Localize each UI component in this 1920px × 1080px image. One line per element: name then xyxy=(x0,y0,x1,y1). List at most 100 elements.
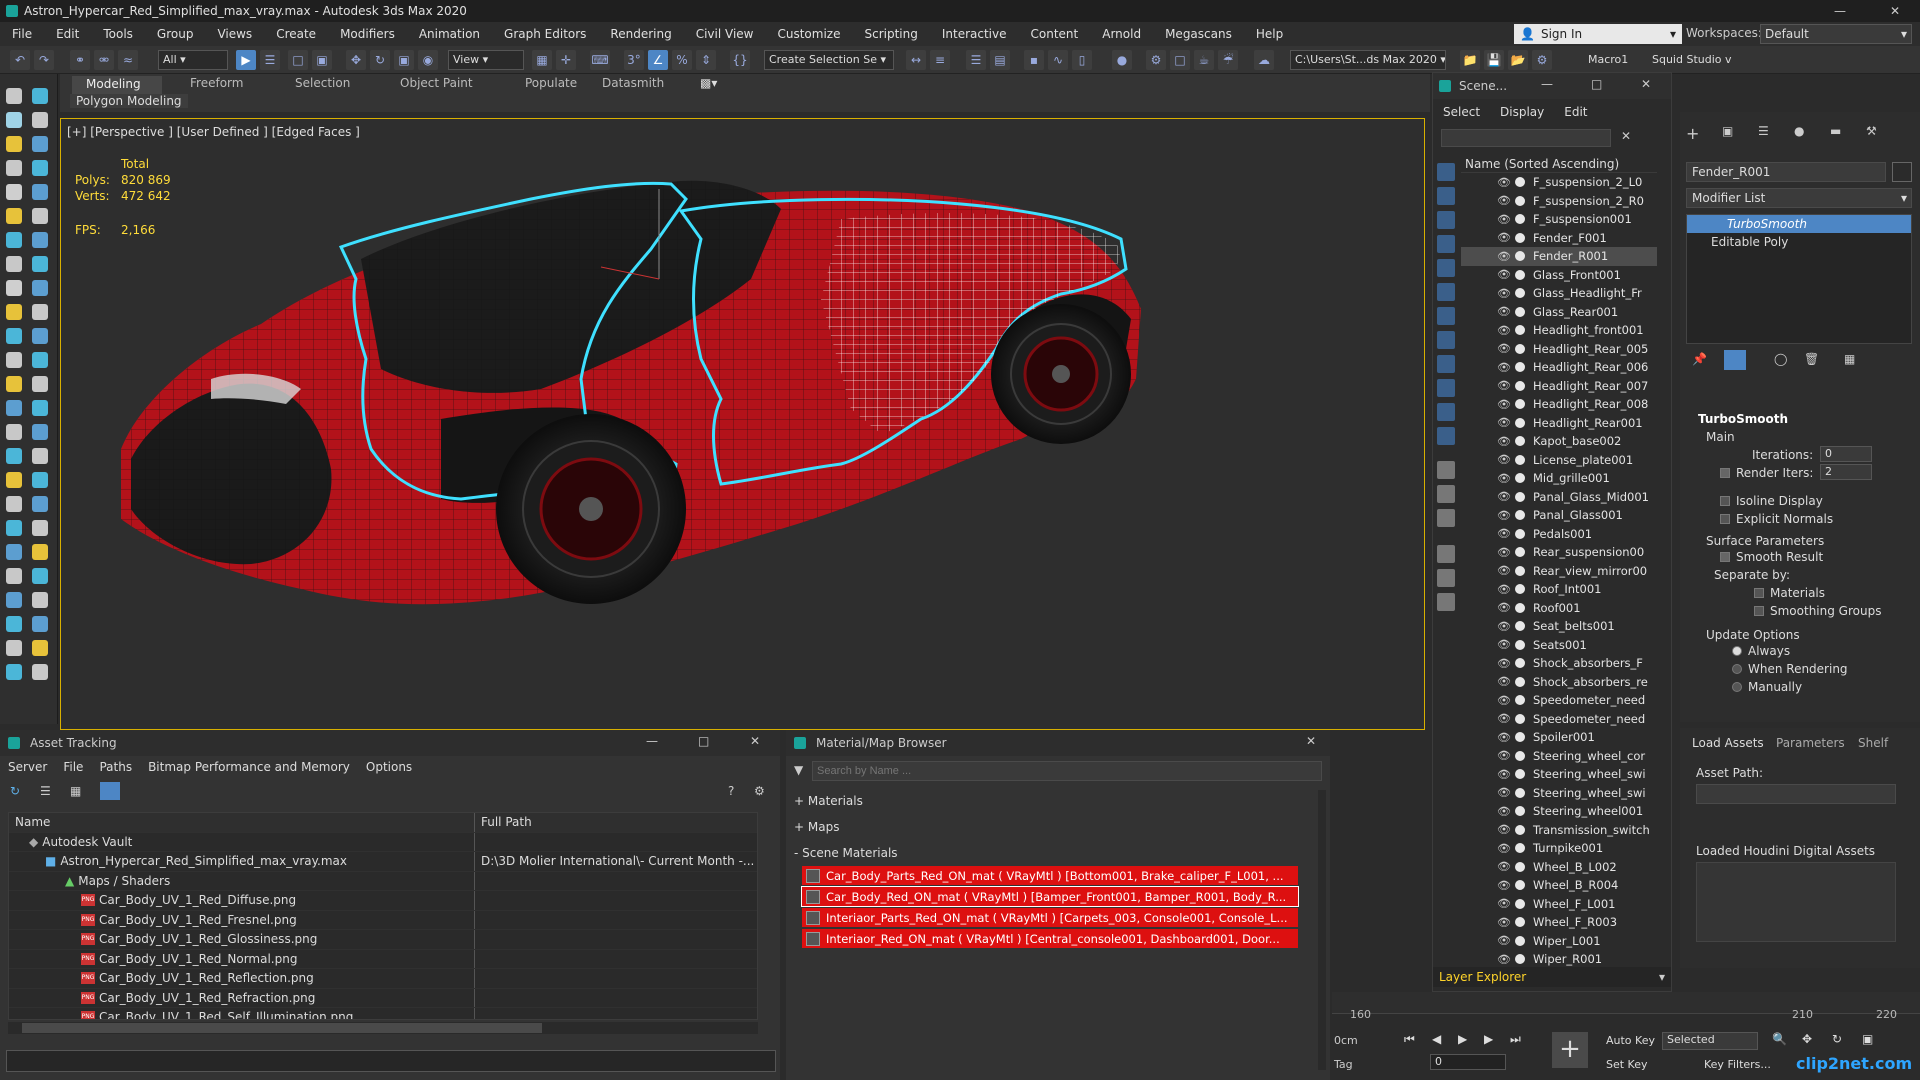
key-set-dropdown[interactable]: Selected xyxy=(1662,1032,1758,1050)
eye-icon[interactable]: 👁 xyxy=(1497,694,1513,707)
eye-icon[interactable]: 👁 xyxy=(1497,731,1513,744)
auto-key-button[interactable]: Auto Key xyxy=(1606,1034,1655,1047)
mirror-icon[interactable]: ↔ xyxy=(906,50,926,70)
make-unique-icon[interactable]: ◯ xyxy=(1774,352,1787,366)
object-render-icon[interactable] xyxy=(1515,954,1525,965)
selection-filter-dropdown[interactable]: All ▾ xyxy=(158,50,228,70)
scene-object-row[interactable]: 👁 Headlight_Rear_008 xyxy=(1461,395,1657,414)
help-icon[interactable]: ? xyxy=(728,784,734,798)
scene-object-row[interactable]: 👁 Steering_wheel001 xyxy=(1461,802,1657,821)
column-full-path[interactable]: Full Path xyxy=(475,815,757,829)
eye-icon[interactable]: 👁 xyxy=(1497,823,1513,836)
funnel-icon[interactable] xyxy=(1437,569,1455,587)
object-render-icon[interactable] xyxy=(1515,787,1525,798)
tool-icon[interactable] xyxy=(32,160,48,176)
eye-icon[interactable]: 👁 xyxy=(1497,546,1513,559)
object-render-icon[interactable] xyxy=(1515,454,1525,465)
tab-shelf[interactable]: Shelf xyxy=(1858,736,1888,750)
schematic-view-icon[interactable]: ▯ xyxy=(1072,50,1092,70)
eye-icon[interactable]: 👁 xyxy=(1497,213,1513,226)
eye-icon[interactable]: 👁 xyxy=(1497,805,1513,818)
filter-hidden-icon[interactable] xyxy=(1437,427,1455,445)
menu-create[interactable]: Create xyxy=(264,27,328,41)
remove-modifier-icon[interactable]: 🗑 xyxy=(1804,352,1819,366)
eye-icon[interactable]: 👁 xyxy=(1497,509,1513,522)
object-render-icon[interactable] xyxy=(1515,769,1525,780)
refresh-icon[interactable]: ↻ xyxy=(10,784,20,798)
tool-icon[interactable] xyxy=(32,256,48,272)
tool-icon[interactable] xyxy=(6,376,22,392)
render-cloud-icon[interactable]: ☁ xyxy=(1254,50,1274,70)
manually-radio[interactable] xyxy=(1732,682,1742,692)
eye-icon[interactable]: 👁 xyxy=(1497,361,1513,374)
menu-civil-view[interactable]: Civil View xyxy=(684,27,766,41)
object-render-icon[interactable] xyxy=(1515,325,1525,336)
scene-object-row[interactable]: 👁 Wheel_B_R004 xyxy=(1461,876,1657,895)
render-iters-checkbox[interactable] xyxy=(1720,468,1730,478)
tab-selection[interactable]: Selection xyxy=(295,76,350,94)
scene-object-row[interactable]: 👁 Wiper_R001 xyxy=(1461,950,1657,969)
tool-icon[interactable] xyxy=(6,328,22,344)
object-render-icon[interactable] xyxy=(1515,695,1525,706)
tool-icon[interactable] xyxy=(6,256,22,272)
asset-row[interactable]: ◆ Autodesk Vault xyxy=(9,832,757,852)
materials-checkbox[interactable] xyxy=(1754,588,1764,598)
scene-object-row[interactable]: 👁 Turnpike001 xyxy=(1461,839,1657,858)
eye-icon[interactable]: 👁 xyxy=(1497,768,1513,781)
tool-icon[interactable] xyxy=(32,664,48,680)
eye-icon[interactable]: 👁 xyxy=(1497,287,1513,300)
always-radio[interactable] xyxy=(1732,646,1742,656)
show-end-result-icon[interactable] xyxy=(1724,350,1746,370)
eye-icon[interactable]: 👁 xyxy=(1497,490,1513,503)
eye-icon[interactable]: 👁 xyxy=(1497,564,1513,577)
iterations-spinner[interactable]: 0 xyxy=(1820,446,1872,462)
render-icon[interactable]: ☕ xyxy=(1194,50,1214,70)
material-search-input[interactable] xyxy=(812,761,1322,781)
when-rendering-radio[interactable] xyxy=(1732,664,1742,674)
tool-icon[interactable] xyxy=(6,88,22,104)
bind-spacewarp-icon[interactable]: ≈ xyxy=(118,50,138,70)
edit-named-selection-icon[interactable]: {} xyxy=(730,50,750,70)
pan-icon[interactable]: ✥ xyxy=(1802,1032,1812,1046)
eye-icon[interactable]: 👁 xyxy=(1497,916,1513,929)
close-icon[interactable]: ✕ xyxy=(1306,734,1316,748)
smoothing-groups-checkbox[interactable] xyxy=(1754,606,1764,616)
object-render-icon[interactable] xyxy=(1515,602,1525,613)
goto-end-icon[interactable]: ⏭ xyxy=(1510,1032,1521,1047)
invert-display-icon[interactable] xyxy=(1437,509,1455,527)
scene-object-row[interactable]: 👁 Glass_Front001 xyxy=(1461,266,1657,285)
menu-help[interactable]: Help xyxy=(1244,27,1295,41)
snaps-toggle-icon[interactable]: 3° xyxy=(624,50,644,70)
scene-object-row[interactable]: 👁 Steering_wheel_swi xyxy=(1461,765,1657,784)
zoom-icon[interactable]: 🔍 xyxy=(1772,1032,1787,1046)
tool-icon[interactable] xyxy=(32,88,48,104)
scene-object-row[interactable]: 👁 Fender_F001 xyxy=(1461,229,1657,248)
current-frame-field[interactable]: 0 xyxy=(1430,1054,1506,1070)
turbosmooth-rollout-title[interactable]: TurboSmooth xyxy=(1698,412,1788,426)
scene-object-row[interactable]: 👁 Panal_Glass_Mid001 xyxy=(1461,488,1657,507)
scene-object-row[interactable]: 👁 Glass_Headlight_Fr xyxy=(1461,284,1657,303)
motion-tab-icon[interactable]: ● xyxy=(1794,124,1804,138)
filter-cameras-icon[interactable] xyxy=(1437,235,1455,253)
rotate-icon[interactable]: ↻ xyxy=(370,50,390,70)
filter-xrefs-icon[interactable] xyxy=(1437,331,1455,349)
tool-icon[interactable] xyxy=(6,472,22,488)
object-render-icon[interactable] xyxy=(1515,306,1525,317)
tool-icon[interactable] xyxy=(6,568,22,584)
loaded-assets-list[interactable] xyxy=(1696,862,1896,942)
project-settings-icon[interactable]: ⚙ xyxy=(1532,50,1552,70)
layer-explorer-dropdown[interactable]: Layer Explorer ▾ xyxy=(1433,967,1671,987)
object-render-icon[interactable] xyxy=(1515,251,1525,262)
percent-snap-icon[interactable]: % xyxy=(672,50,692,70)
stack-item-editable-poly[interactable]: Editable Poly xyxy=(1687,233,1911,251)
object-render-icon[interactable] xyxy=(1515,195,1525,206)
modify-tab-icon[interactable]: ▣ xyxy=(1722,124,1733,138)
render-iters-spinner[interactable]: 2 xyxy=(1820,464,1872,480)
section-scene-materials[interactable]: - Scene Materials xyxy=(794,846,898,860)
window-crossing-icon[interactable]: ▣ xyxy=(312,50,332,70)
menu-rendering[interactable]: Rendering xyxy=(598,27,683,41)
object-render-icon[interactable] xyxy=(1515,269,1525,280)
filter-bones-icon[interactable] xyxy=(1437,355,1455,373)
tool-icon[interactable] xyxy=(32,376,48,392)
object-render-icon[interactable] xyxy=(1515,214,1525,225)
